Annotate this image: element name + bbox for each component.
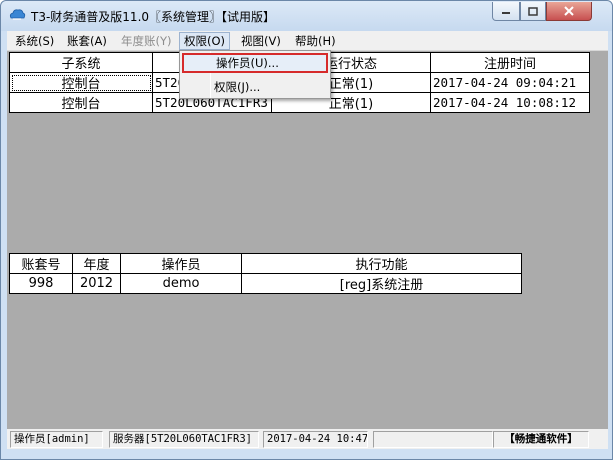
close-icon [564,6,574,16]
function-cell[interactable]: [reg]系统注册 [241,273,522,294]
column-header-subsystem[interactable]: 子系统 [9,52,153,73]
app-logo-icon [9,9,26,20]
status-blank [373,431,493,448]
maximize-icon [528,6,538,16]
column-header-operator[interactable]: 操作员 [120,253,242,274]
status-server: 服务器[5T20L060TAC1FR3] [109,431,259,448]
client-area: 子系统 站点 运行状态 注册时间 控制台 5T20L060TAC1FR3 正常(… [7,51,608,449]
menu-item-operator[interactable]: 操作员(U)... [182,53,328,73]
menu-bar: 系统(S) 账套(A) 年度账(Y) 权限(O) 视图(V) 帮助(H) [7,31,608,51]
subsystem-cell[interactable]: 控制台 [9,92,153,113]
window-title: T3-财务通普及版11.0〖系统管理〗【试用版】 [31,10,276,24]
subsystem-cell[interactable]: 控制台 [9,72,153,93]
menu-yearly-account[interactable]: 年度账(Y) [117,32,176,50]
table-row[interactable]: 998 2012 demo [reg]系统注册 [9,273,522,294]
column-header-function[interactable]: 执行功能 [241,253,522,274]
time-cell[interactable]: 2017-04-24 10:08:12 [430,92,590,113]
close-button[interactable] [546,2,592,21]
operator-cell[interactable]: demo [120,273,242,294]
menu-permissions[interactable]: 权限(O) [179,32,231,50]
title-bar[interactable]: T3-财务通普及版11.0〖系统管理〗【试用版】 [1,1,612,31]
year-cell[interactable]: 2012 [72,273,121,294]
menu-system[interactable]: 系统(S) [11,32,58,50]
status-brand: 【畅捷通软件】 [493,431,589,448]
permissions-dropdown-menu: 操作员(U)... 权限(J)... [179,50,331,99]
menu-help[interactable]: 帮助(H) [291,32,340,50]
menu-view[interactable]: 视图(V) [237,32,285,50]
status-bar: 操作员[admin] 服务器[5T20L060TAC1FR3] 2017-04-… [7,429,608,449]
menu-item-permission[interactable]: 权限(J)... [182,77,328,97]
account-cell[interactable]: 998 [9,273,73,294]
status-datetime: 2017-04-24 10:47 [263,431,368,448]
minimize-button[interactable] [492,2,520,21]
column-header-account[interactable]: 账套号 [9,253,73,274]
minimize-icon [502,12,510,14]
menu-account[interactable]: 账套(A) [63,32,111,50]
app-window: T3-财务通普及版11.0〖系统管理〗【试用版】 系统(S) 账套(A) 年度账… [0,0,613,460]
table-header-row: 账套号 年度 操作员 执行功能 [9,253,522,274]
status-operator: 操作员[admin] [10,431,103,448]
time-cell[interactable]: 2017-04-24 09:04:21 [430,72,590,93]
task-table: 账套号 年度 操作员 执行功能 998 2012 demo [reg]系统注册 [9,253,522,294]
column-header-time[interactable]: 注册时间 [430,52,590,73]
column-header-year[interactable]: 年度 [72,253,121,274]
maximize-button[interactable] [520,2,546,21]
